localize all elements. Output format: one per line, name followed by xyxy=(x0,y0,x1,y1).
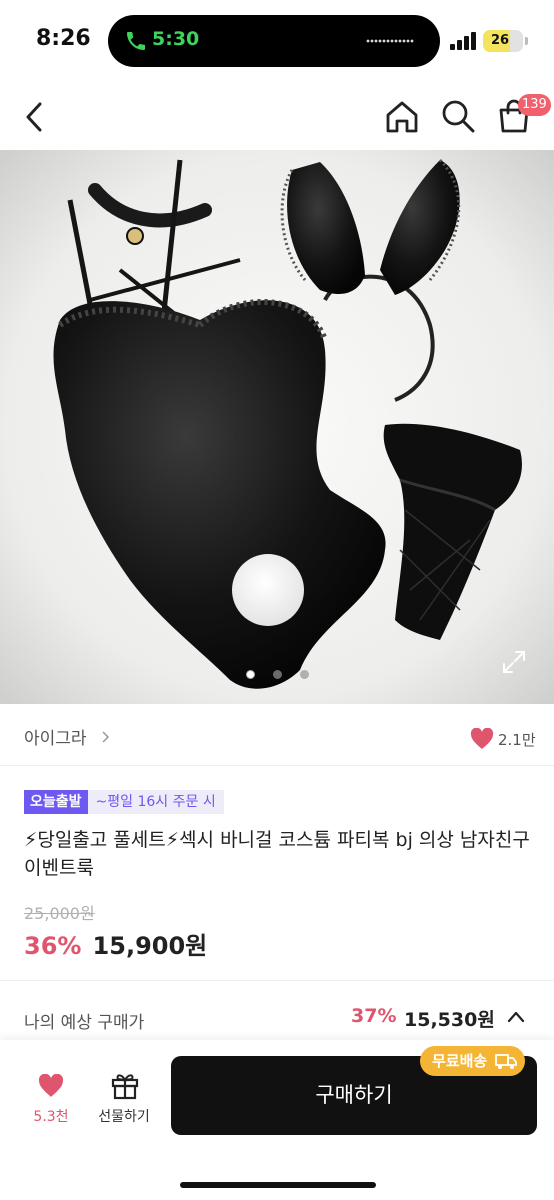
status-bar: 8:26 5:30 26 xyxy=(0,0,554,80)
divider xyxy=(0,980,554,981)
image-pagination xyxy=(0,664,554,679)
ship-condition: ~평일 16시 주문 시 xyxy=(87,790,224,814)
discount-rate: 36% xyxy=(24,932,82,960)
expected-price-label: 나의 예상 구매가 xyxy=(24,1013,145,1033)
audio-wave-icon xyxy=(366,38,414,44)
price-row: 36% 15,900원 xyxy=(24,926,207,960)
gift-label: 선물하기 xyxy=(98,1109,150,1125)
product-title: ⚡당일출고 풀세트⚡섹시 바니걸 코스튬 파티복 bj 의상 남자친구 이벤트룩 xyxy=(24,829,530,879)
signal-icon xyxy=(450,32,476,50)
seller-name[interactable]: 아이그라 xyxy=(24,724,87,749)
chevron-right-icon xyxy=(102,731,110,743)
battery-tip xyxy=(525,37,528,45)
wishlist-count: 5.3천 xyxy=(33,1109,69,1125)
expected-price: 15,530원 xyxy=(404,1009,495,1031)
gift-icon xyxy=(111,1074,139,1100)
top-nav: 139 xyxy=(0,86,554,148)
product-image[interactable] xyxy=(0,150,554,704)
sale-price: 15,900원 xyxy=(92,932,208,960)
heart-icon xyxy=(38,1074,64,1097)
product-photo xyxy=(0,150,554,704)
chevron-up-icon[interactable] xyxy=(506,1008,526,1026)
call-duration: 5:30 xyxy=(152,28,200,50)
cart-count-badge: 139 xyxy=(518,94,551,116)
heart-icon[interactable] xyxy=(470,728,494,750)
phone-icon xyxy=(127,32,145,50)
battery-icon: 26 xyxy=(483,30,523,52)
battery-level: 26 xyxy=(490,33,510,48)
home-icon[interactable] xyxy=(384,100,420,134)
seller-like-count: 2.1만 xyxy=(498,731,536,749)
seller-row[interactable]: 아이그라 2.1만 xyxy=(0,704,554,766)
gift-button[interactable]: 선물하기 xyxy=(92,1070,156,1130)
expected-discount: 37% xyxy=(351,1005,397,1027)
original-price: 25,000원 xyxy=(24,904,95,923)
expand-icon[interactable] xyxy=(500,648,528,676)
truck-icon xyxy=(495,1054,518,1069)
free-shipping-badge: 무료배송 xyxy=(420,1046,526,1076)
delivery-badge: 오늘출발 ~평일 16시 주문 시 xyxy=(24,790,224,816)
pagination-dot[interactable] xyxy=(272,670,282,679)
status-time: 8:26 xyxy=(36,26,91,51)
search-icon[interactable] xyxy=(440,98,476,134)
home-indicator xyxy=(180,1182,376,1188)
today-ship-badge: 오늘출발 xyxy=(24,790,88,814)
dynamic-island[interactable]: 5:30 xyxy=(108,15,440,67)
pagination-dot[interactable] xyxy=(245,670,255,679)
wishlist-button[interactable]: 5.3천 xyxy=(26,1070,76,1130)
back-arrow-icon[interactable] xyxy=(20,100,50,134)
pagination-dot[interactable] xyxy=(299,670,309,679)
free-shipping-label: 무료배송 xyxy=(432,1052,488,1070)
